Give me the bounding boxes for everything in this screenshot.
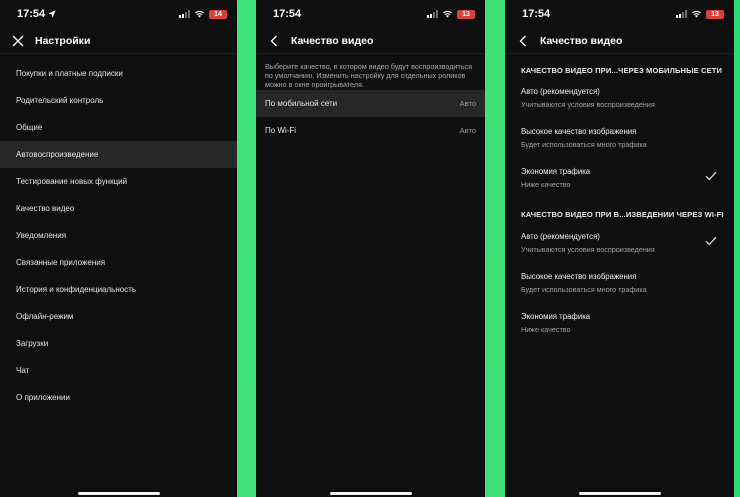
wifi-option-saver[interactable]: Экономия трафика Ниже качество: [521, 312, 718, 340]
home-indicator[interactable]: [77, 492, 160, 495]
menu-item-video-quality[interactable]: Качество видео: [0, 195, 237, 222]
wifi-section-title: КАЧЕСТВО ВИДЕО ПРИ В...ИЗВЕДЕНИИ ЧЕРЕЗ W…: [521, 210, 724, 219]
option-subtitle: Ниже качество: [521, 325, 571, 334]
option-title: Высокое качество изображения: [521, 272, 637, 281]
option-subtitle: Будет использоваться много трафика: [521, 285, 647, 294]
battery-icon: 13: [706, 9, 724, 19]
home-indicator[interactable]: [578, 492, 661, 495]
page-title: Качество видео: [291, 34, 374, 47]
wifi-icon: [194, 10, 205, 18]
status-time: 17:54: [17, 8, 46, 20]
video-quality-header: Качество видео: [505, 28, 734, 54]
quality-description: Выберите качество, в котором видео будут…: [265, 62, 472, 89]
wifi-option-auto[interactable]: Авто (рекомендуется) Учитываются условия…: [521, 232, 718, 260]
home-indicator[interactable]: [329, 492, 412, 495]
video-quality-screen: 17:54 13 Качество видео Выберите качеств…: [256, 0, 485, 497]
battery-icon: 13: [457, 9, 475, 19]
page-title: Качество видео: [540, 34, 623, 47]
settings-header: Настройки: [0, 28, 237, 54]
video-quality-options-screen: 17:54 13 Качество видео КАЧЕСТВО ВИДЕО П…: [505, 0, 734, 497]
mobile-option-saver[interactable]: Экономия трафика Ниже качество: [521, 167, 718, 195]
mobile-option-high[interactable]: Высокое качество изображения Будет испол…: [521, 127, 718, 155]
wifi-icon: [691, 10, 702, 18]
mobile-network-row[interactable]: По мобильной сети Авто: [256, 90, 485, 117]
row-label: По Wi-Fi: [265, 126, 297, 135]
settings-menu: Покупки и платные подписки Родительский …: [0, 60, 237, 411]
status-time: 17:54: [522, 8, 551, 20]
menu-item-offline[interactable]: Офлайн-режим: [0, 303, 237, 330]
status-bar: 17:54 14: [0, 0, 237, 28]
wifi-option-high[interactable]: Высокое качество изображения Будет испол…: [521, 272, 718, 300]
signal-icon: [179, 10, 190, 18]
status-bar: 17:54 13: [256, 0, 485, 28]
chevron-left-icon[interactable]: [267, 34, 281, 48]
wifi-icon: [442, 10, 453, 18]
checkmark-icon: [705, 171, 717, 181]
mobile-option-auto[interactable]: Авто (рекомендуется) Учитываются условия…: [521, 87, 718, 115]
menu-item-autoplay[interactable]: Автовоспроизведение: [0, 141, 237, 168]
wifi-row[interactable]: По Wi-Fi Авто: [256, 117, 485, 144]
menu-item-purchases[interactable]: Покупки и платные подписки: [0, 60, 237, 87]
option-subtitle: Ниже качество: [521, 180, 571, 189]
option-title: Высокое качество изображения: [521, 127, 637, 136]
close-icon[interactable]: [11, 34, 25, 48]
signal-icon: [427, 10, 438, 18]
menu-item-chat[interactable]: Чат: [0, 357, 237, 384]
option-subtitle: Будет использоваться много трафика: [521, 140, 647, 149]
mobile-section-title: КАЧЕСТВО ВИДЕО ПРИ...ЧЕРЕЗ МОБИЛЬНЫЕ СЕТ…: [521, 66, 723, 75]
option-title: Авто (рекомендуется): [521, 232, 600, 241]
option-title: Экономия трафика: [521, 312, 591, 321]
menu-item-notifications[interactable]: Уведомления: [0, 222, 237, 249]
option-title: Экономия трафика: [521, 167, 591, 176]
signal-icon: [676, 10, 687, 18]
menu-item-about[interactable]: О приложении: [0, 384, 237, 411]
page-title: Настройки: [35, 34, 91, 47]
battery-icon: 14: [209, 9, 227, 19]
menu-item-parental-control[interactable]: Родительский контроль: [0, 87, 237, 114]
status-time: 17:54: [273, 8, 302, 20]
video-quality-header: Качество видео: [256, 28, 485, 54]
status-bar: 17:54 13: [505, 0, 734, 28]
menu-item-general[interactable]: Общие: [0, 114, 237, 141]
row-value: Авто: [459, 126, 476, 135]
row-label: По мобильной сети: [265, 99, 338, 108]
row-value: Авто: [459, 99, 476, 108]
option-subtitle: Учитываются условия воспроизведения: [521, 100, 655, 109]
menu-item-connected-apps[interactable]: Связанные приложения: [0, 249, 237, 276]
location-arrow-icon: [48, 10, 56, 18]
menu-item-history-privacy[interactable]: История и конфиденциальность: [0, 276, 237, 303]
settings-screen: 17:54 14 Настройки Покупки и платные под…: [0, 0, 237, 497]
menu-item-test-features[interactable]: Тестирование новых функций: [0, 168, 237, 195]
chevron-left-icon[interactable]: [516, 34, 530, 48]
checkmark-icon: [705, 236, 717, 246]
option-subtitle: Учитываются условия воспроизведения: [521, 245, 655, 254]
menu-item-downloads[interactable]: Загрузки: [0, 330, 237, 357]
option-title: Авто (рекомендуется): [521, 87, 600, 96]
